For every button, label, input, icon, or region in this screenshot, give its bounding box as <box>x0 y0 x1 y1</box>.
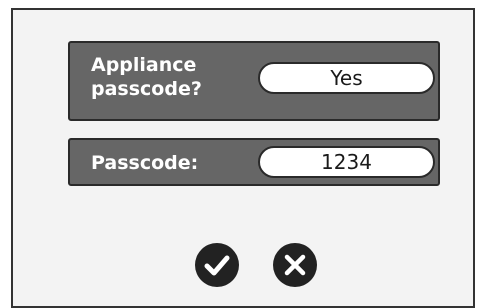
close-icon <box>284 254 306 276</box>
appliance-passcode-toggle[interactable]: Yes <box>258 62 435 94</box>
dialog-screen: Appliance passcode? Yes Passcode: 1234 <box>11 8 475 308</box>
passcode-row: Passcode: 1234 <box>68 138 440 186</box>
appliance-passcode-label: Appliance passcode? <box>91 53 202 101</box>
appliance-passcode-label-line2: passcode? <box>91 78 202 100</box>
cancel-button[interactable] <box>273 243 317 287</box>
checkmark-icon <box>204 255 230 276</box>
passcode-field[interactable]: 1234 <box>258 146 435 178</box>
confirm-button[interactable] <box>195 243 239 287</box>
appliance-passcode-row: Appliance passcode? Yes <box>68 41 440 121</box>
passcode-label: Passcode: <box>91 152 199 174</box>
appliance-passcode-label-line1: Appliance <box>91 54 197 76</box>
